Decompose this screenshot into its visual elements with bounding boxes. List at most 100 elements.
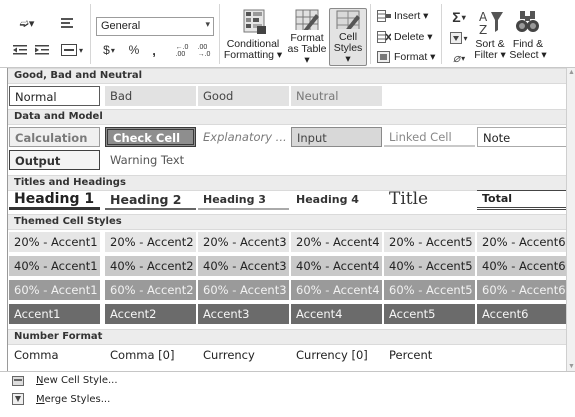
ribbon: ➫▾ ▾ General ▾ $ ▾ % , ←.0 .00 .00 →.0 C… — [0, 0, 575, 68]
new-cell-style-icon — [12, 376, 24, 386]
section-header-number-format: Number Format — [8, 329, 567, 345]
style-accent2[interactable]: Accent2 — [105, 304, 196, 324]
style-check-cell[interactable]: Check Cell — [105, 127, 196, 147]
ribbon-divider — [441, 4, 442, 64]
sort-filter-icon: A Z — [479, 10, 503, 36]
format-as-table-icon — [295, 9, 319, 30]
chevron-down-icon: ▾ — [205, 19, 210, 29]
number-format-dropdown[interactable]: General ▾ — [96, 17, 214, 36]
scroll-down-icon[interactable]: ▼ — [568, 363, 575, 370]
style-neutral[interactable]: Neutral — [291, 86, 382, 106]
orientation-icon: ➫▾ — [19, 17, 35, 30]
style-warning-text[interactable]: Warning Text — [105, 150, 196, 170]
style-heading-4[interactable]: Heading 4 — [291, 190, 382, 210]
style-output[interactable]: Output — [9, 150, 100, 170]
style-40-accent3[interactable]: 40% - Accent3 — [198, 256, 289, 276]
style-input[interactable]: Input — [291, 127, 382, 147]
style-accent4[interactable]: Accent4 — [291, 304, 382, 324]
cell-styles-button[interactable]: Cell Styles ▾ — [329, 8, 367, 66]
merge-styles-accesskey: M — [36, 393, 45, 405]
style-calculation[interactable]: Calculation — [9, 127, 100, 147]
style-heading-2[interactable]: Heading 2 — [105, 190, 196, 210]
style-title[interactable]: Title — [384, 190, 475, 210]
format-as-table-button[interactable]: Format as Table ▾ — [286, 8, 328, 66]
section-header-data-model: Data and Model — [8, 109, 567, 125]
decrease-indent-button[interactable] — [12, 42, 28, 58]
style-explanatory[interactable]: Explanatory ... — [198, 127, 289, 147]
autosum-icon: Σ — [452, 9, 461, 25]
insert-icon — [377, 10, 391, 22]
percent-button[interactable]: % — [126, 42, 142, 58]
style-40-accent1[interactable]: 40% - Accent1 — [9, 256, 100, 276]
style-good[interactable]: Good — [198, 86, 289, 106]
decrease-indent-icon — [13, 45, 27, 55]
cell-styles-gallery: Good, Bad and Neutral Normal Bad Good Ne… — [7, 68, 568, 371]
style-20-accent1[interactable]: 20% - Accent1 — [9, 232, 100, 252]
orientation-button[interactable]: ➫▾ — [14, 14, 40, 32]
style-normal[interactable]: Normal — [9, 86, 100, 106]
style-accent1[interactable]: Accent1 — [9, 304, 100, 324]
style-heading-3[interactable]: Heading 3 — [198, 190, 289, 210]
scroll-up-icon[interactable]: ▲ — [568, 69, 575, 76]
style-20-accent6[interactable]: 20% - Accent6 — [477, 232, 568, 252]
style-currency[interactable]: Currency — [198, 345, 289, 365]
merge-styles-command[interactable]: Merge Styles... — [12, 393, 110, 405]
gallery-scrollbar[interactable]: ▲ ▼ — [566, 68, 575, 371]
delete-label: Delete ▾ — [394, 31, 433, 43]
style-comma-0[interactable]: Comma [0] — [105, 345, 196, 365]
style-20-accent4[interactable]: 20% - Accent4 — [291, 232, 382, 252]
sort-filter-button[interactable]: A Z Sort & Filter ▾ — [472, 8, 508, 66]
style-40-accent2[interactable]: 40% - Accent2 — [105, 256, 196, 276]
style-60-accent2[interactable]: 60% - Accent2 — [105, 280, 196, 300]
style-accent3[interactable]: Accent3 — [198, 304, 289, 324]
insert-label: Insert ▾ — [394, 10, 429, 22]
style-heading-1[interactable]: Heading 1 — [9, 190, 100, 210]
merge-center-button[interactable]: ▾ — [58, 42, 86, 58]
insert-button[interactable]: Insert ▾ — [377, 10, 428, 22]
style-60-accent1[interactable]: 60% - Accent1 — [9, 280, 100, 300]
sort-filter-label-2: Filter ▾ — [474, 49, 506, 61]
style-20-accent5[interactable]: 20% - Accent5 — [384, 232, 475, 252]
wrap-text-button[interactable] — [58, 14, 76, 32]
style-linked-cell[interactable]: Linked Cell — [384, 127, 475, 147]
style-40-accent4[interactable]: 40% - Accent4 — [291, 256, 382, 276]
increase-indent-button[interactable] — [34, 42, 50, 58]
delete-button[interactable]: Delete ▾ — [377, 31, 433, 43]
section-header-good-bad: Good, Bad and Neutral — [8, 68, 567, 84]
increase-decimal-button[interactable]: ←.0 .00 — [172, 42, 192, 60]
merge-center-dropdown-icon: ▾ — [78, 45, 83, 55]
svg-text:A: A — [479, 10, 488, 24]
style-40-accent5[interactable]: 40% - Accent5 — [384, 256, 475, 276]
comma-button[interactable]: , — [147, 42, 161, 58]
style-60-accent4[interactable]: 60% - Accent4 — [291, 280, 382, 300]
style-percent[interactable]: Percent — [384, 345, 475, 365]
style-60-accent6[interactable]: 60% - Accent6 — [477, 280, 568, 300]
new-cell-style-command[interactable]: New Cell Style... — [12, 374, 118, 386]
find-select-button[interactable]: Find & Select ▾ — [508, 8, 548, 66]
format-button[interactable]: Format ▾ — [377, 51, 435, 63]
style-note[interactable]: Note — [477, 127, 568, 147]
style-60-accent3[interactable]: 60% - Accent3 — [198, 280, 289, 300]
style-20-accent2[interactable]: 20% - Accent2 — [105, 232, 196, 252]
clear-button[interactable]: ⌀ ▾ — [447, 50, 471, 66]
fill-button[interactable]: ▾ — [447, 30, 471, 46]
conditional-formatting-button[interactable]: Conditional Formatting ▾ — [222, 8, 284, 66]
cell-styles-label-2: Styles ▾ — [333, 42, 363, 65]
currency-button[interactable]: $ ▾ — [98, 42, 120, 58]
find-select-label-2: Select ▾ — [509, 49, 547, 61]
autosum-button[interactable]: Σ ▾ — [447, 8, 471, 26]
svg-text:Z: Z — [479, 23, 487, 36]
style-bad[interactable]: Bad — [105, 86, 196, 106]
format-as-table-label-2: as Table ▾ — [287, 43, 327, 66]
section-header-themed: Themed Cell Styles — [8, 214, 567, 230]
style-currency-0[interactable]: Currency [0] — [291, 345, 382, 365]
style-60-accent5[interactable]: 60% - Accent5 — [384, 280, 475, 300]
style-40-accent6[interactable]: 40% - Accent6 — [477, 256, 568, 276]
style-comma[interactable]: Comma — [9, 345, 100, 365]
decrease-decimal-button[interactable]: .00 →.0 — [194, 42, 214, 60]
conditional-formatting-icon — [243, 9, 266, 34]
style-total[interactable]: Total — [477, 190, 568, 210]
style-accent6[interactable]: Accent6 — [477, 304, 568, 324]
style-accent5[interactable]: Accent5 — [384, 304, 475, 324]
style-20-accent3[interactable]: 20% - Accent3 — [198, 232, 289, 252]
